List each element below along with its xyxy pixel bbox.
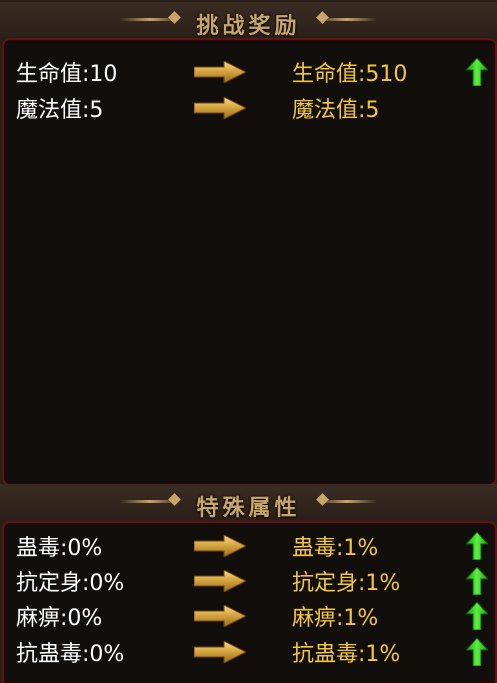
new-stat: 麻痹:1% xyxy=(292,606,379,631)
reward-row-hp: 生命值:10 生命值:510 xyxy=(4,54,495,88)
reward-row-mp: 魔法值:5 魔法值:5 xyxy=(4,90,495,124)
arrow-right-icon xyxy=(194,605,246,627)
arrow-up-icon xyxy=(466,602,488,630)
challenge-reward-title: 挑战奖励 xyxy=(196,14,301,39)
special-attributes-title: 特殊属性 xyxy=(196,496,301,521)
arrow-right-icon xyxy=(194,570,246,592)
attr-row-gu-poison: 蛊毒:0% 蛊毒:1% xyxy=(4,528,495,562)
current-stat: 生命值:10 xyxy=(16,62,118,87)
attr-row-paralysis: 麻痹:0% 麻痹:1% xyxy=(4,598,495,632)
challenge-reward-header: 挑战奖励 xyxy=(0,2,497,39)
arrow-up-icon xyxy=(466,532,488,560)
new-stat: 魔法值:5 xyxy=(292,98,380,123)
current-stat: 抗蛊毒:0% xyxy=(16,642,125,667)
new-stat: 抗蛊毒:1% xyxy=(292,642,401,667)
current-stat: 抗定身:0% xyxy=(16,571,125,596)
arrow-right-icon xyxy=(194,641,246,663)
special-attributes-panel: 蛊毒:0% 蛊毒:1% 抗定身:0% 抗定身:1% 麻痹:0% 麻痹:1% 抗蛊… xyxy=(2,521,497,683)
challenge-reward-panel: 生命值:10 生命值:510 魔法值:5 魔法值:5 xyxy=(2,38,497,486)
current-stat: 魔法值:5 xyxy=(16,98,104,123)
arrow-right-icon xyxy=(194,535,246,557)
current-stat: 蛊毒:0% xyxy=(16,536,103,561)
arrow-up-icon xyxy=(466,638,488,666)
ornament-right xyxy=(317,500,377,503)
attr-row-anti-gu-poison: 抗蛊毒:0% 抗蛊毒:1% xyxy=(4,634,495,668)
new-stat: 蛊毒:1% xyxy=(292,536,379,561)
arrow-right-icon xyxy=(194,61,246,83)
arrow-up-icon xyxy=(466,58,488,86)
special-attributes-header: 特殊属性 xyxy=(0,484,497,521)
arrow-up-icon xyxy=(466,567,488,595)
current-stat: 麻痹:0% xyxy=(16,606,103,631)
ornament-right xyxy=(317,18,377,21)
arrow-right-icon xyxy=(194,97,246,119)
new-stat: 生命值:510 xyxy=(292,62,408,87)
new-stat: 抗定身:1% xyxy=(292,571,401,596)
attr-row-anti-immobilize: 抗定身:0% 抗定身:1% xyxy=(4,563,495,597)
